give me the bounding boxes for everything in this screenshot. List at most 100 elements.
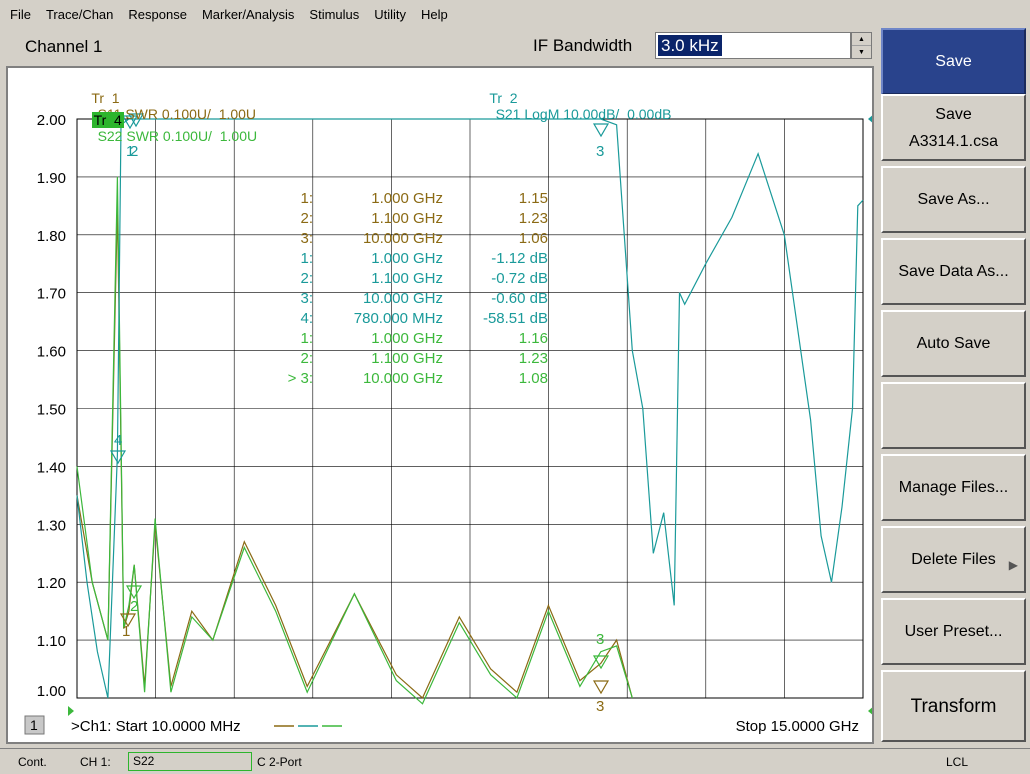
y-tick-label: 1.60 [37,344,66,361]
marker-readout-value: -0.72 dB [491,270,548,287]
marker-readout-num: 1: [300,330,313,347]
marker-readout-value: -1.12 dB [491,250,548,267]
softkey-label: User Preset... [904,623,1003,640]
reference-marker-left-icon [68,706,74,716]
menu-marker-analysis[interactable]: Marker/Analysis [202,7,294,22]
ifbw-spinner[interactable]: ▲ ▼ [851,32,872,59]
softkey-label: A3314.1.csa [909,132,998,150]
softkey-label: Save Data As... [898,263,1009,280]
marker-readout-value: 1.15 [519,190,548,207]
softkey-label: Save As... [917,191,990,208]
status-lcl: LCL [946,755,969,769]
y-tick-label: 1.20 [37,575,66,592]
trace-desc-tr2: S21 LogM 10.00dB/ 0.00dB [495,106,672,122]
ifbw-label: IF Bandwidth [533,36,633,55]
marker-readout-value: 1.23 [519,210,548,227]
status-mode: Cont. [18,755,47,769]
menu-help[interactable]: Help [421,7,448,22]
softkey-panel: Save Save A3314.1.csa Save As... Save Data A… [876,28,1030,748]
softkey-label: Manage Files... [898,479,1009,496]
marker-readout-freq: 1.000 GHz [371,190,443,207]
status-bar: Cont. CH 1: S22 C 2-Port LCL [0,748,1030,774]
marker-readout-value: -58.51 dB [483,310,548,327]
marker-label: 3 [596,698,604,715]
marker-readout-num: 2: [300,350,313,367]
menu-response[interactable]: Response [128,7,187,22]
marker-readout-value: 1.16 [519,330,548,347]
y-tick-label: 1.80 [37,228,66,245]
trace-label-tr2: Tr 2 [489,90,518,106]
marker-readout-value: 1.23 [519,350,548,367]
softkey-label: Transform [910,695,997,717]
status-active-trace[interactable]: S22 [128,752,252,771]
ifbw-value[interactable]: 3.0 kHz [658,35,722,56]
marker-readout-value: 1.06 [519,230,548,247]
submenu-arrow-icon: ▶ [1008,558,1018,572]
marker-readout-num: > 3: [288,370,313,387]
stimulus-start: >Ch1: Start 10.0000 MHz [71,718,241,735]
softkey-blank[interactable] [881,382,1026,449]
softkey-delete-files[interactable]: Delete Files ▶ [881,526,1026,593]
softkey-save-as[interactable]: Save As... [881,166,1026,233]
softkey-transform[interactable]: Transform [881,670,1026,742]
marker-readout-freq: 1.000 GHz [371,330,443,347]
marker-readout-num: 2: [300,270,313,287]
y-tick-label: 1.30 [37,517,66,534]
softkey-manage-files[interactable]: Manage Files... [881,454,1026,521]
trace-desc-tr4: S22 SWR 0.100U/ 1.00U [97,128,258,144]
plot-window[interactable]: 2.00 1.90 1.80 1.70 1.60 1.50 1.40 1.30 1.20 1.10… [6,66,874,744]
y-tick-label: 1.00 [37,683,66,700]
marker-readout-num: 1: [300,250,313,267]
softkey-save-a3314-1-csa[interactable]: Save A3314.1.csa [881,94,1026,161]
trace-header-tr4[interactable]: Tr 4 S22 SWR 0.100U/ 1.00U [76,96,257,160]
marker-label: 4 [114,432,122,449]
marker-readout-value: 1.08 [519,370,548,387]
marker-readout-freq: 1.100 GHz [371,350,443,367]
ifbw-input[interactable]: 3.0 kHz [655,32,851,59]
stimulus-stop: Stop 15.0000 GHz [736,718,859,735]
menu-trace-chan[interactable]: Trace/Chan [46,7,113,22]
trace-header-tr2[interactable]: Tr 2 S21 LogM 10.00dB/ 0.00dB [474,74,671,138]
y-tick-label: 2.00 [37,112,66,129]
spin-down-icon[interactable]: ▼ [852,46,871,59]
y-tick-label: 1.10 [37,633,66,650]
y-tick-label: 1.90 [37,170,66,187]
channel-number: 1 [30,717,38,733]
spin-up-icon[interactable]: ▲ [852,33,871,46]
softkey-label: Delete Files [911,551,996,568]
status-channel: CH 1: [80,755,111,769]
marker-readout-freq: 1.000 GHz [371,250,443,267]
marker-readout-freq: 780.000 MHz [354,310,443,327]
marker-readout-freq: 1.100 GHz [371,210,443,227]
softkey-save[interactable]: Save [881,28,1026,95]
softkey-label: Auto Save [916,335,991,352]
softkey-save-data-as[interactable]: Save Data As... [881,238,1026,305]
y-tick-label: 1.70 [37,286,66,303]
menu-utility[interactable]: Utility [374,7,406,22]
marker-readout-freq: 10.000 GHz [363,370,443,387]
marker-readout-num: 3: [300,230,313,247]
marker-label: 3 [596,143,604,160]
y-tick-label: 1.40 [37,459,66,476]
marker-label: 1 [122,623,130,640]
plot-canvas[interactable]: 2.00 1.90 1.80 1.70 1.60 1.50 1.40 1.30 1.20 1.10… [8,68,872,742]
softkey-label: Save [935,53,972,70]
marker-readout-num: 1: [300,190,313,207]
marker-label: 3 [596,631,604,648]
trace-label-tr4: Tr 4 [91,112,124,128]
reference-marker-right-icon [868,115,872,123]
softkey-auto-save[interactable]: Auto Save [881,310,1026,377]
channel-title: Channel 1 [25,37,103,56]
marker-readout-num: 2: [300,210,313,227]
marker-readout-freq: 10.000 GHz [363,290,443,307]
menu-stimulus[interactable]: Stimulus [309,7,359,22]
softkey-user-preset[interactable]: User Preset... [881,598,1026,665]
channel-header: Channel 1 IF Bandwidth 3.0 kHz ▲ ▼ [0,28,876,66]
marker-readout-num: 4: [300,310,313,327]
softkey-label: Save [935,105,972,123]
y-tick-label: 1.50 [37,402,66,419]
marker-readout-freq: 1.100 GHz [371,270,443,287]
marker-readout-freq: 10.000 GHz [363,230,443,247]
marker-label: 2 [130,598,138,615]
menu-file[interactable]: File [10,7,31,22]
